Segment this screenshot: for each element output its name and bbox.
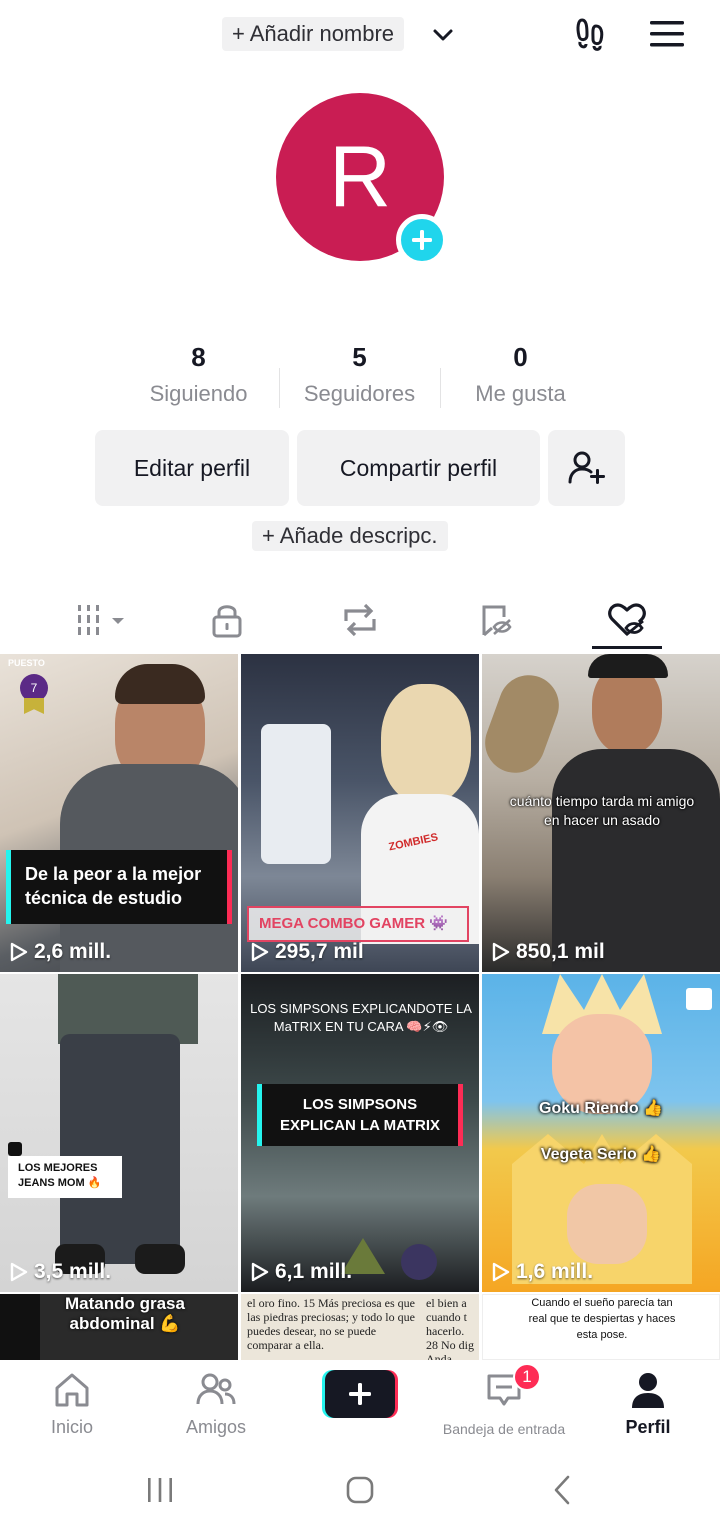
view-count-text: 850,1 mil bbox=[516, 940, 605, 963]
page-text-right: el bien a cuando t hacerlo. 28 No dig An… bbox=[426, 1296, 474, 1360]
rank-label: PUESTO bbox=[8, 658, 45, 668]
system-navigation bbox=[0, 1450, 720, 1530]
video-thumbnail[interactable]: ZOMBIES MEGA COMBO GAMER 👾 295,7 mil bbox=[241, 654, 479, 972]
view-count: 2,6 mill. bbox=[10, 940, 111, 964]
video-grid: PUESTO 7 De la peor a la mejor técnica d… bbox=[0, 654, 720, 1360]
back-icon[interactable] bbox=[548, 1474, 578, 1506]
top-bar: + Añadir nombre bbox=[0, 0, 720, 70]
video-caption: LOS SIMPSONS EXPLICAN LA MATRIX bbox=[257, 1084, 463, 1146]
nav-profile[interactable]: Perfil bbox=[616, 1370, 680, 1438]
view-count: 6,1 mill. bbox=[251, 1260, 352, 1284]
recent-apps-icon[interactable] bbox=[145, 1474, 175, 1506]
profile-icon bbox=[632, 1373, 664, 1408]
liked-hidden-icon bbox=[608, 603, 646, 637]
video-thumbnail[interactable]: LOS MEJORES JEANS MOM 🔥 3,5 mill. bbox=[0, 974, 238, 1292]
friends-icon bbox=[196, 1373, 236, 1405]
plus-icon bbox=[412, 230, 432, 250]
nav-inbox[interactable]: Bandeja de entrada bbox=[430, 1370, 578, 1437]
stat-followers[interactable]: 5 Seguidores bbox=[279, 338, 440, 418]
video-thumbnail[interactable]: Goku Riendo 👍 Vegeta Serio 👍 1,6 mill. bbox=[482, 974, 720, 1292]
view-count-text: 3,5 mill. bbox=[34, 1260, 112, 1283]
tab-reposts[interactable] bbox=[338, 598, 382, 642]
rank-badge: 7 bbox=[20, 674, 48, 702]
lock-icon bbox=[212, 605, 242, 638]
photo-icon bbox=[686, 988, 712, 1010]
bottom-navigation: Inicio Amigos Bandeja de entrada Perfil bbox=[0, 1360, 720, 1450]
menu-icon[interactable] bbox=[648, 18, 686, 50]
view-count: 295,7 mil bbox=[251, 940, 364, 964]
video-caption: LOS MEJORES JEANS MOM 🔥 bbox=[8, 1156, 122, 1198]
edit-profile-button[interactable]: Editar perfil bbox=[95, 430, 289, 506]
nav-friends-label: Amigos bbox=[185, 1417, 247, 1437]
view-count: 850,1 mil bbox=[492, 940, 605, 964]
inbox-badge: 1 bbox=[513, 1363, 541, 1391]
video-thumbnail[interactable]: Cuando el sueño parecía tan real que te … bbox=[482, 1294, 720, 1360]
play-icon bbox=[10, 942, 28, 962]
nav-inbox-label: Bandeja de entrada bbox=[442, 1421, 566, 1437]
stat-value: 8 bbox=[191, 342, 206, 372]
video-caption-top: Goku Riendo 👍 bbox=[539, 1100, 663, 1117]
videos-grid-icon bbox=[78, 605, 124, 635]
stat-label: Me gusta bbox=[475, 381, 566, 406]
footprints-icon[interactable] bbox=[574, 14, 614, 54]
view-count-text: 1,6 mill. bbox=[516, 1260, 594, 1283]
nav-friends[interactable]: Amigos bbox=[178, 1370, 254, 1438]
view-count-text: 2,6 mill. bbox=[34, 940, 112, 963]
tab-videos[interactable] bbox=[76, 598, 128, 642]
view-count-text: 295,7 mil bbox=[275, 940, 364, 963]
active-tab-indicator bbox=[592, 646, 662, 649]
bookmark-hidden-icon bbox=[482, 605, 512, 637]
video-thumbnail[interactable]: LOS SIMPSONS EXPLICANDOTE LA MaTRIX EN T… bbox=[241, 974, 479, 1292]
video-thumbnail[interactable]: cuánto tiempo tarda mi amigo en hacer un… bbox=[482, 654, 720, 972]
share-profile-button[interactable]: Compartir perfil bbox=[297, 430, 540, 506]
profile-stats: 8 Siguiendo 5 Seguidores 0 Me gusta bbox=[118, 338, 602, 418]
video-caption-bottom: Vegeta Serio 👍 bbox=[540, 1146, 662, 1163]
tab-private[interactable] bbox=[205, 598, 249, 642]
plus-icon bbox=[349, 1383, 371, 1405]
play-icon bbox=[251, 1262, 269, 1282]
play-icon bbox=[492, 1262, 510, 1282]
avatar-initial: R bbox=[328, 128, 392, 225]
nav-home[interactable]: Inicio bbox=[40, 1370, 104, 1438]
profile-tabs bbox=[0, 590, 720, 650]
video-caption: De la peor a la mejor técnica de estudio bbox=[6, 850, 232, 924]
stat-label: Siguiendo bbox=[149, 381, 248, 406]
stat-likes[interactable]: 0 Me gusta bbox=[440, 338, 601, 418]
play-icon bbox=[251, 942, 269, 962]
stat-value: 5 bbox=[352, 342, 367, 372]
page-text-left: el oro fino. 15 Más preciosa es que las … bbox=[247, 1296, 415, 1352]
chevron-down-icon[interactable] bbox=[430, 22, 456, 48]
view-count-text: 6,1 mill. bbox=[275, 1260, 353, 1283]
video-top-caption: LOS SIMPSONS EXPLICANDOTE LA MaTRIX EN T… bbox=[250, 1001, 472, 1034]
view-count: 1,6 mill. bbox=[492, 1260, 593, 1284]
add-friend-button[interactable] bbox=[548, 430, 625, 506]
home-icon bbox=[55, 1373, 89, 1407]
video-thumbnail[interactable]: el oro fino. 15 Más preciosa es que las … bbox=[241, 1294, 479, 1360]
video-thumbnail[interactable]: PUESTO 7 De la peor a la mejor técnica d… bbox=[0, 654, 238, 972]
video-caption: Matando grasa abdominal 💪 bbox=[65, 1294, 185, 1333]
add-name-button[interactable]: + Añadir nombre bbox=[222, 17, 405, 51]
video-thumbnail[interactable]: Matando grasa abdominal 💪 bbox=[0, 1294, 238, 1360]
repost-icon bbox=[344, 603, 376, 637]
stat-label: Seguidores bbox=[303, 381, 416, 406]
video-caption: Cuando el sueño parecía tan real que te … bbox=[528, 1297, 676, 1341]
add-photo-button[interactable] bbox=[396, 214, 448, 266]
nav-home-label: Inicio bbox=[50, 1417, 94, 1437]
add-description-button[interactable]: + Añade descripc. bbox=[252, 521, 448, 551]
tab-favorites[interactable] bbox=[473, 598, 517, 642]
home-button-icon[interactable] bbox=[344, 1474, 376, 1506]
rank-ribbon bbox=[24, 698, 44, 714]
create-button[interactable] bbox=[322, 1370, 398, 1418]
play-icon bbox=[10, 1262, 28, 1282]
video-caption: cuánto tiempo tarda mi amigo en hacer un… bbox=[509, 793, 695, 828]
video-caption: MEGA COMBO GAMER 👾 bbox=[247, 906, 469, 942]
view-count: 3,5 mill. bbox=[10, 1260, 111, 1284]
nav-profile-label: Perfil bbox=[625, 1417, 671, 1437]
play-icon bbox=[492, 942, 510, 962]
tab-liked[interactable] bbox=[605, 598, 649, 642]
add-user-icon bbox=[568, 451, 605, 484]
stat-following[interactable]: 8 Siguiendo bbox=[118, 338, 279, 418]
stat-value: 0 bbox=[513, 342, 528, 372]
